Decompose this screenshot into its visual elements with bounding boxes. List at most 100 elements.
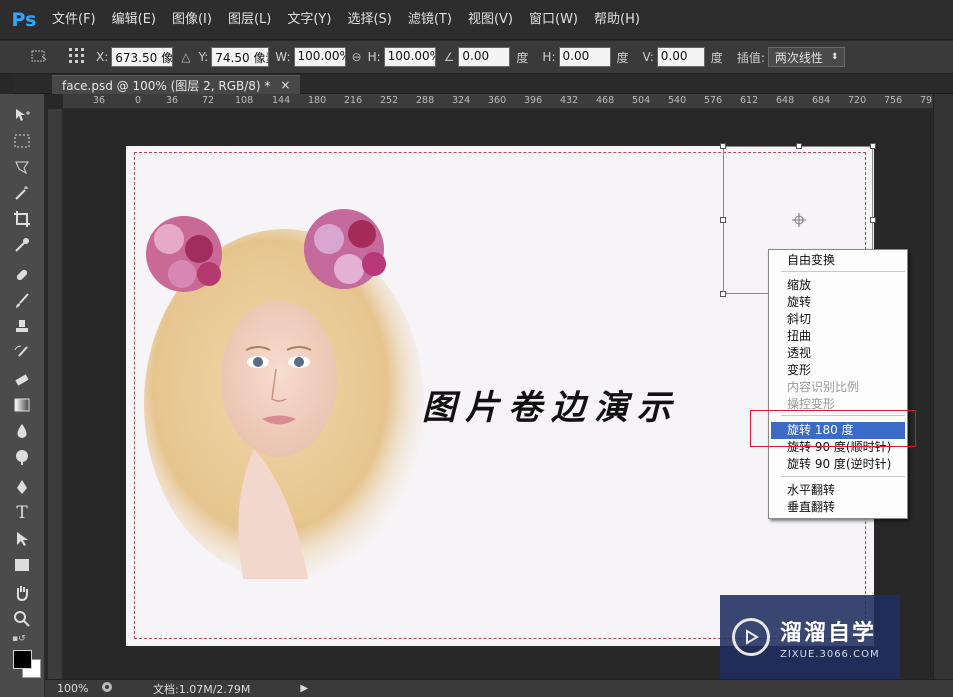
dodge-tool-icon[interactable] <box>9 446 35 468</box>
vertical-scrollbar[interactable] <box>933 94 953 679</box>
transform-handle[interactable] <box>796 143 802 149</box>
options-bar: X: 673.50 像素 △ Y: 74.50 像素 W: 100.00% ⊖ … <box>0 41 953 74</box>
menu-item-skew[interactable]: 斜切 <box>771 311 905 328</box>
interpolation-select[interactable]: 两次线性 ⬍ <box>767 47 846 67</box>
vertical-ruler <box>48 109 63 679</box>
pen-tool-icon[interactable] <box>9 476 35 498</box>
transform-handle[interactable] <box>870 217 876 223</box>
vskew-label: V: <box>642 50 654 64</box>
move-tool-icon[interactable] <box>9 104 35 126</box>
ruler-tick: 252 <box>380 95 399 106</box>
menu-item-content-aware-scale: 内容识别比例 <box>787 380 860 394</box>
ruler-tick: 36 <box>93 95 106 106</box>
hskew-field[interactable]: 0.00 <box>558 47 611 67</box>
eyedropper-icon[interactable] <box>9 234 35 256</box>
ruler-tick: 648 <box>776 95 795 106</box>
eraser-tool-icon[interactable] <box>9 368 35 390</box>
menu-item-flip-vertical[interactable]: 垂直翻转 <box>771 499 905 516</box>
x-label: X: <box>96 50 109 64</box>
blur-tool-icon[interactable] <box>9 420 35 442</box>
transform-context-menu: 自由变换 缩放 旋转 斜切 扭曲 透视 变形 内容识别比例 操控变形 旋转 18… <box>768 249 908 519</box>
ruler-tick: 684 <box>812 95 831 106</box>
document-size: 文档:1.07M/2.79M <box>153 682 251 696</box>
width-field[interactable]: 100.00% <box>293 47 346 67</box>
hskew-label: H: <box>542 50 556 64</box>
menu-item-flip-horizontal[interactable]: 水平翻转 <box>771 482 905 499</box>
expand-arrow-icon[interactable]: ▶ <box>300 683 308 694</box>
default-colors-icon[interactable]: ▪↺ <box>12 634 26 644</box>
foreground-color-swatch[interactable] <box>13 650 32 669</box>
menu-type[interactable]: 文字(Y) <box>279 0 339 40</box>
menu-filter[interactable]: 滤镜(T) <box>400 0 460 40</box>
share-icon[interactable] <box>101 681 113 696</box>
menu-edit[interactable]: 编辑(E) <box>104 0 164 40</box>
vskew-field[interactable]: 0.00 <box>656 47 705 67</box>
menu-help[interactable]: 帮助(H) <box>586 0 648 40</box>
angle-field[interactable]: 0.00 <box>458 47 511 67</box>
ruler-tick: 79 <box>920 95 933 106</box>
document-tab[interactable]: face.psd @ 100% (图层 2, RGB/8) * × <box>52 75 301 94</box>
menu-item-scale[interactable]: 缩放 <box>771 277 905 294</box>
y-field[interactable]: 74.50 像素 <box>211 47 270 67</box>
ruler-tick: 216 <box>344 95 363 106</box>
y-label: Y: <box>198 50 209 64</box>
reference-point-icon[interactable] <box>68 47 86 68</box>
healing-brush-icon[interactable] <box>9 264 35 286</box>
hskew-unit: 度 <box>616 50 629 65</box>
menu-item-free-transform[interactable]: 自由变换 <box>771 252 905 269</box>
rectangle-tool-icon[interactable] <box>9 554 35 576</box>
interpolation-label: 插值: <box>736 50 765 65</box>
brush-tool-icon[interactable] <box>9 290 35 312</box>
ruler-tick: 756 <box>884 95 903 106</box>
ruler-tick: 144 <box>272 95 291 106</box>
transform-handle[interactable] <box>720 217 726 223</box>
highlight-callout-box <box>750 410 916 447</box>
angle-unit: 度 <box>516 50 529 65</box>
menu-item-rotate-90-ccw[interactable]: 旋转 90 度(逆时针) <box>771 456 905 473</box>
menu-item-rotate[interactable]: 旋转 <box>771 294 905 311</box>
transform-handle[interactable] <box>870 143 876 149</box>
marquee-tool-icon[interactable] <box>9 130 35 152</box>
menu-select[interactable]: 选择(S) <box>339 0 399 40</box>
ruler-tick: 432 <box>560 95 579 106</box>
gradient-tool-icon[interactable] <box>9 394 35 416</box>
watermark-badge: 溜溜自学 ZIXUE.3066.COM <box>720 595 900 679</box>
menu-item-distort[interactable]: 扭曲 <box>771 328 905 345</box>
transform-tool-icon[interactable] <box>30 48 48 67</box>
path-selection-icon[interactable] <box>9 528 35 550</box>
interpolation-value: 两次线性 <box>774 50 823 65</box>
menu-item-warp[interactable]: 变形 <box>771 362 905 379</box>
menu-separator <box>781 476 905 477</box>
magic-wand-icon[interactable] <box>9 182 35 204</box>
menu-file[interactable]: 文件(F) <box>44 0 104 40</box>
transform-handle[interactable] <box>720 291 726 297</box>
stamp-tool-icon[interactable] <box>9 316 35 338</box>
x-field[interactable]: 673.50 像素 <box>111 47 174 67</box>
ruler-tick: 468 <box>596 95 615 106</box>
menu-view[interactable]: 视图(V) <box>460 0 521 40</box>
history-brush-icon[interactable] <box>9 342 35 364</box>
document-tab-title: face.psd @ 100% (图层 2, RGB/8) * <box>62 78 271 93</box>
crop-tool-icon[interactable] <box>9 208 35 230</box>
menu-item-perspective[interactable]: 透视 <box>771 345 905 362</box>
zoom-tool-icon[interactable] <box>9 608 35 630</box>
close-icon[interactable]: × <box>280 78 290 92</box>
ruler-tick: 324 <box>452 95 471 106</box>
height-field[interactable]: 100.00% <box>383 47 436 67</box>
zoom-level[interactable]: 100% <box>57 682 97 695</box>
type-tool-icon[interactable]: T <box>9 502 35 524</box>
link-icon[interactable]: ⊖ <box>352 50 362 64</box>
chevron-updown-icon: ⬍ <box>830 52 839 62</box>
crosshair-icon[interactable] <box>792 213 806 230</box>
ruler-tick: 0 <box>135 95 142 106</box>
menu-layer[interactable]: 图层(L) <box>220 0 279 40</box>
menu-image[interactable]: 图像(I) <box>164 0 220 40</box>
ruler-tick: 540 <box>668 95 687 106</box>
lasso-tool-icon[interactable] <box>9 156 35 178</box>
hand-tool-icon[interactable] <box>9 582 35 604</box>
menu-window[interactable]: 窗口(W) <box>521 0 586 40</box>
delta-icon[interactable]: △ <box>181 50 190 64</box>
ruler-tick: 576 <box>704 95 723 106</box>
ruler-tick: 36 <box>166 95 179 106</box>
transform-handle[interactable] <box>720 143 726 149</box>
